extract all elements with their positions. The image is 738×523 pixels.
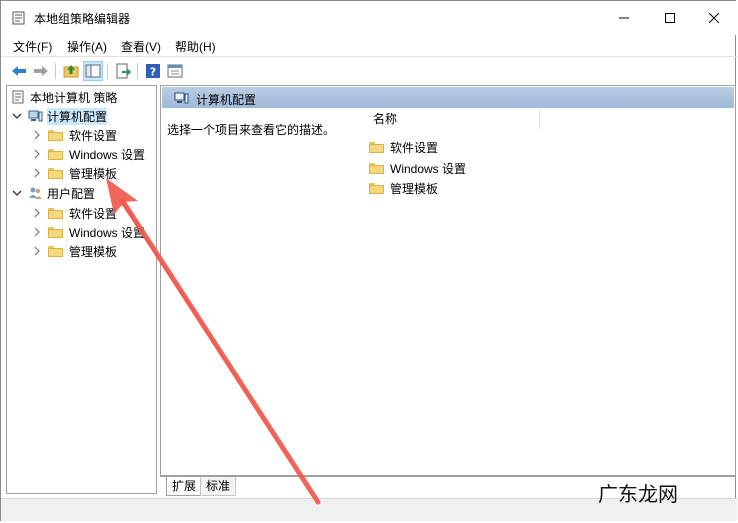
toolbar: ?: [1, 56, 737, 85]
show-hide-tree-icon: [85, 64, 101, 78]
back-button[interactable]: [9, 61, 29, 81]
tree-computer-admin-templates[interactable]: 管理模板: [32, 164, 117, 182]
list-item[interactable]: 管理模板: [369, 179, 438, 197]
tree-root[interactable]: 本地计算机 策略: [11, 88, 117, 106]
menu-view[interactable]: 查看(V): [121, 38, 161, 55]
chevron-right-icon[interactable]: [32, 130, 42, 140]
tree-item-label: 管理模板: [69, 166, 118, 181]
maximize-button[interactable]: [647, 1, 693, 35]
chevron-right-icon[interactable]: [32, 168, 42, 178]
tree-root-label: 本地计算机 策略: [30, 90, 118, 105]
group-policy-app-icon: [12, 11, 25, 25]
close-icon: [709, 13, 719, 23]
watermark-text: 广东龙网: [598, 482, 678, 506]
tree-user-software[interactable]: 软件设置: [32, 204, 117, 222]
folder-icon: [48, 207, 63, 219]
tree-user-windows[interactable]: Windows 设置: [32, 223, 145, 241]
properties-button[interactable]: [165, 61, 185, 81]
menu-file[interactable]: 文件(F): [13, 38, 52, 55]
tab-standard[interactable]: 标准: [200, 477, 237, 496]
chevron-right-icon[interactable]: [32, 208, 42, 218]
folder-icon: [369, 141, 384, 153]
chevron-right-icon[interactable]: [32, 246, 42, 256]
minimize-icon: [619, 17, 629, 19]
tree-item-label: Windows 设置: [69, 225, 146, 240]
maximize-icon: [665, 13, 675, 23]
help-icon: ?: [146, 64, 160, 79]
toolbar-separator: [137, 63, 138, 79]
computer-icon: [28, 110, 43, 122]
chevron-down-icon[interactable]: [12, 111, 22, 121]
up-one-level-button[interactable]: [61, 61, 81, 81]
show-hide-tree-button[interactable]: [83, 61, 103, 81]
folder-icon: [48, 245, 63, 257]
forward-arrow-icon: [34, 66, 48, 76]
list-item-label: 管理模板: [390, 181, 439, 196]
close-button[interactable]: [691, 1, 737, 35]
menu-bar: 文件(F) 操作(A) 查看(V) 帮助(H): [1, 35, 737, 55]
help-button[interactable]: ?: [143, 61, 163, 81]
tree-user-config-label: 用户配置: [47, 186, 96, 201]
folder-icon: [48, 129, 63, 141]
tree-item-label: Windows 设置: [69, 147, 146, 162]
chevron-right-icon[interactable]: [32, 227, 42, 237]
menu-help[interactable]: 帮助(H): [175, 38, 216, 55]
list-item-label: Windows 设置: [390, 161, 467, 176]
up-folder-icon: [63, 65, 79, 78]
title-bar[interactable]: 本地组策略编辑器: [1, 1, 737, 35]
list-item[interactable]: 软件设置: [369, 138, 438, 156]
chevron-right-icon[interactable]: [32, 149, 42, 159]
menu-action[interactable]: 操作(A): [67, 38, 107, 55]
toolbar-separator: [107, 63, 108, 79]
back-arrow-icon: [12, 66, 26, 76]
svg-text:?: ?: [150, 66, 156, 79]
export-list-button[interactable]: [113, 61, 133, 81]
chevron-down-icon[interactable]: [12, 188, 22, 198]
folder-icon: [48, 148, 63, 160]
forward-button[interactable]: [31, 61, 51, 81]
tree-computer-config[interactable]: 计算机配置: [12, 107, 108, 125]
tree-item-label: 软件设置: [69, 206, 118, 221]
tree-computer-windows[interactable]: Windows 设置: [32, 145, 145, 163]
list-item-label: 软件设置: [390, 140, 439, 155]
tree-user-admin-templates[interactable]: 管理模板: [32, 242, 117, 260]
users-icon: [29, 187, 42, 199]
details-header-title: 计算机配置: [196, 93, 257, 107]
tree-pane[interactable]: 本地计算机 策略 计算机配置 软件设置 Windows 设置 管理模板 用户配置: [6, 85, 157, 494]
tree-user-config[interactable]: 用户配置: [12, 184, 95, 202]
properties-icon: [167, 64, 183, 78]
export-list-icon: [116, 63, 131, 79]
tab-extended[interactable]: 扩展: [166, 477, 203, 496]
details-pane[interactable]: 计算机配置 选择一个项目来查看它的描述。 名称 软件设置 Windows 设置 …: [160, 85, 736, 476]
policy-document-icon: [12, 90, 24, 104]
details-header: 计算机配置: [162, 87, 734, 108]
folder-icon: [369, 182, 384, 194]
tree-item-label: 软件设置: [69, 128, 118, 143]
description-text: 选择一个项目来查看它的描述。: [167, 123, 336, 137]
toolbar-separator: [55, 63, 56, 79]
list-item[interactable]: Windows 设置: [369, 159, 466, 177]
minimize-button[interactable]: [601, 1, 647, 35]
column-header-name[interactable]: 名称: [360, 109, 540, 130]
tree-computer-config-label: 计算机配置: [47, 107, 108, 125]
app-window: 本地组策略编辑器 文件(F) 操作(A) 查看(V) 帮助(H) ? 本地计算机…: [0, 0, 737, 521]
folder-icon: [48, 167, 63, 179]
window-title: 本地组策略编辑器: [34, 12, 131, 26]
folder-icon: [48, 226, 63, 238]
tree-item-label: 管理模板: [69, 244, 118, 259]
computer-icon: [174, 92, 189, 104]
folder-icon: [369, 162, 384, 174]
tree-computer-software[interactable]: 软件设置: [32, 126, 117, 144]
